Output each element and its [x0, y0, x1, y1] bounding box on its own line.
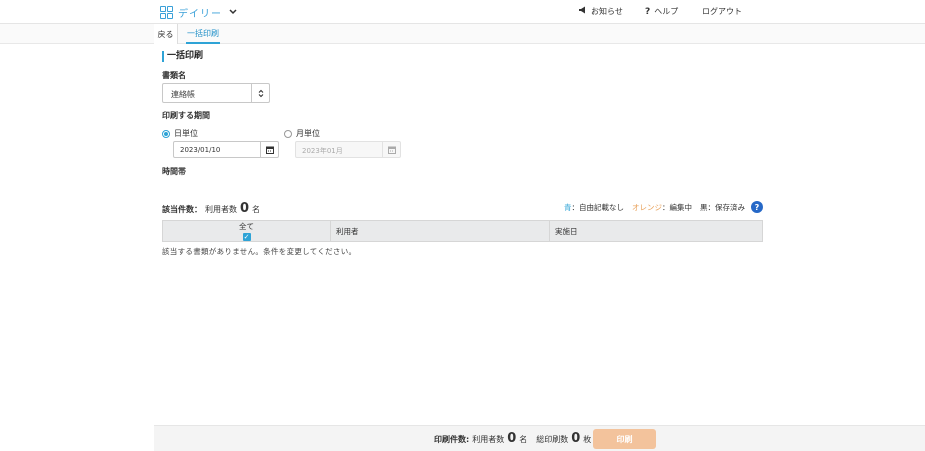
period-label: 印刷する期間 — [162, 111, 210, 120]
doc-name-value: 連絡帳 — [171, 90, 195, 99]
daily-date-value: 2023/01/10 — [180, 146, 221, 154]
chevron-down-icon — [229, 8, 237, 18]
calendar-icon — [382, 142, 400, 157]
user-column-header: 利用者 — [331, 221, 550, 241]
date-column-header: 実施日 — [555, 226, 578, 236]
legend-black-desc: ：保存済み — [707, 202, 746, 212]
users-count-value: 0 — [240, 201, 250, 216]
facility-switcher[interactable]: デイリー — [160, 5, 237, 20]
radio-selected-icon — [162, 129, 170, 138]
users-count-label: 利用者数 — [205, 205, 237, 214]
doc-name-label: 書類名 — [162, 71, 186, 80]
daily-label: 日単位 — [174, 129, 198, 138]
brand-name: デイリー — [178, 9, 222, 20]
legend-blue-desc: ：自由記載なし — [571, 202, 625, 212]
select-all-checkbox[interactable]: ✓ — [242, 233, 251, 241]
monthly-date-value: 2023年01月 — [302, 147, 343, 155]
document-table: 全て ✓ 利用者 実施日 — [162, 220, 763, 242]
legend-orange: オレンジ — [632, 202, 662, 212]
logout-label: ログアウト — [702, 7, 742, 16]
legend-orange-desc: ：編集中 — [662, 202, 692, 212]
sub-navigation: 戻る 一括印刷 — [0, 24, 925, 44]
legend-blue: 青 — [564, 202, 572, 212]
footer-users-count: 0 — [507, 431, 517, 446]
daily-radio[interactable]: 日単位 — [162, 128, 198, 139]
grid-logo-icon — [160, 6, 173, 19]
print-footer: 印刷件数: 利用者数 0 名 総印刷数 0 枚 印刷 — [154, 425, 925, 451]
footer-sheets-unit: 枚 — [583, 435, 592, 444]
notice-label: お知らせ — [591, 7, 623, 16]
monthly-date-field: 2023年01月 — [295, 141, 401, 158]
footer-sheets-count: 0 — [571, 431, 581, 446]
question-icon: ? — [645, 6, 651, 17]
app-header: デイリー お知らせ ? ヘルプ ログアウト — [0, 0, 925, 24]
monthly-radio[interactable]: 月単位 — [284, 128, 320, 139]
print-button[interactable]: 印刷 — [593, 429, 656, 449]
calendar-icon[interactable] — [260, 142, 278, 157]
print-count: 印刷件数: 利用者数 0 名 総印刷数 0 枚 — [434, 431, 591, 446]
footer-users-unit: 名 — [519, 435, 528, 444]
tab-batch-print[interactable]: 一括印刷 — [186, 24, 220, 44]
monthly-label: 月単位 — [296, 129, 320, 138]
status-legend: 青 ：自由記載なし オレンジ ：編集中 黒 ：保存済み ? — [564, 201, 763, 213]
back-button[interactable]: 戻る — [154, 24, 178, 44]
empty-message: 該当する書類がありません。条件を変更してください。 — [162, 247, 357, 256]
select-all-label: 全て — [239, 222, 254, 231]
legend-black: 黒 — [700, 202, 708, 212]
radio-unselected-icon — [284, 129, 292, 138]
megaphone-icon — [578, 6, 587, 17]
users-count-unit: 名 — [252, 205, 261, 214]
footer-users-label: 利用者数 — [472, 435, 505, 444]
notice-link[interactable]: お知らせ — [578, 6, 623, 17]
daily-date-field[interactable]: 2023/01/10 — [173, 141, 279, 158]
select-all-header[interactable]: 全て ✓ — [163, 221, 331, 241]
doc-name-select[interactable]: 連絡帳 — [162, 83, 270, 103]
help-circle-icon[interactable]: ? — [751, 201, 763, 213]
help-link[interactable]: ? ヘルプ — [645, 6, 678, 17]
page-title: 一括印刷 — [162, 51, 203, 62]
timezone-label: 時間帯 — [162, 167, 186, 176]
result-count: 該当件数： 利用者数 0 名 — [162, 201, 260, 216]
logout-link[interactable]: ログアウト — [702, 6, 742, 17]
result-count-label: 該当件数： — [162, 205, 202, 214]
footer-sheets-label: 総印刷数 — [536, 435, 569, 444]
select-arrows-icon — [251, 84, 269, 102]
print-count-label: 印刷件数: — [434, 435, 470, 444]
help-label: ヘルプ — [654, 7, 679, 16]
